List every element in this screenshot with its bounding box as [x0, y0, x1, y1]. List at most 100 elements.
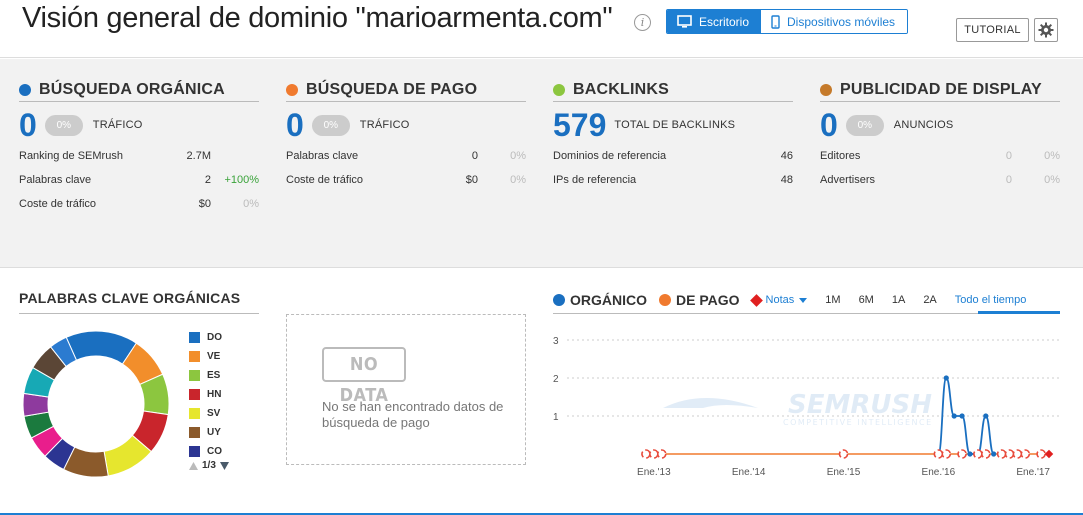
display-row-advertisers: Advertisers 0 0%: [820, 170, 1060, 194]
x-tick-label: Ene.'13: [637, 467, 671, 478]
google-update-icon[interactable]: [656, 449, 667, 459]
display-dot: [820, 84, 832, 96]
range-6m[interactable]: 6M: [859, 294, 874, 306]
paid-series-label: DE PAGO: [676, 292, 740, 308]
row-change: 0%: [510, 174, 526, 186]
row-value[interactable]: 48: [781, 174, 793, 186]
google-update-icon[interactable]: [957, 449, 967, 459]
paid-series-toggle[interactable]: DE PAGO: [659, 292, 740, 308]
organic-dot: [19, 84, 31, 96]
paid-row-keywords: Palabras clave 0 0%: [286, 146, 526, 170]
organic-series-toggle[interactable]: ORGÁNICO: [553, 292, 647, 308]
legend-label: UY: [207, 426, 221, 438]
row-value[interactable]: 2: [205, 174, 211, 186]
google-update-icon[interactable]: [996, 449, 1007, 459]
range-all-time[interactable]: Todo el tiempo: [955, 294, 1027, 306]
notes-diamond-icon: [749, 293, 763, 307]
backlinks-total-value[interactable]: 579: [553, 107, 606, 144]
legend-label: HN: [207, 388, 222, 400]
backlinks-header: BACKLINKS: [553, 79, 793, 102]
row-label: IPs de referencia: [553, 174, 637, 186]
organic-row-keywords: Palabras clave 2 +100%: [19, 170, 259, 194]
legend-item[interactable]: UY: [189, 425, 221, 439]
backlinks-dot: [553, 84, 565, 96]
legend-swatch: [189, 407, 200, 419]
legend-label: VE: [207, 350, 221, 362]
legend-label: CO: [207, 445, 222, 457]
desktop-label: Escritorio: [699, 14, 750, 29]
desktop-device-button[interactable]: Escritorio: [667, 10, 762, 33]
row-label: Coste de tráfico: [19, 198, 97, 210]
row-label: Palabras clave: [19, 174, 92, 186]
legend-item[interactable]: VE: [189, 349, 220, 363]
google-update-icon[interactable]: [1012, 449, 1023, 459]
row-value[interactable]: 2.7M: [187, 150, 211, 162]
note-marker-icon[interactable]: [1044, 449, 1054, 459]
google-update-icon[interactable]: [1004, 449, 1015, 459]
google-update-icon[interactable]: [973, 449, 983, 459]
google-update-icon[interactable]: [941, 449, 952, 459]
notes-dropdown[interactable]: Notas: [749, 293, 808, 307]
organic-traffic-label: TRÁFICO: [92, 119, 143, 131]
legend-item[interactable]: CO: [189, 444, 222, 458]
page-up-icon[interactable]: [189, 461, 198, 470]
range-1y[interactable]: 1A: [892, 294, 905, 306]
settings-button[interactable]: [1034, 18, 1058, 42]
watermark-text: SEMRUSH: [788, 390, 932, 420]
watermark: SEMRUSH COMPETITIVE INTELLIGENCE: [663, 390, 932, 427]
google-update-icon[interactable]: [1020, 449, 1031, 459]
row-label: Ranking de SEMrush: [19, 150, 123, 162]
y-tick-label: 2: [553, 374, 559, 385]
row-value: 0: [471, 150, 478, 162]
row-label: Editores: [820, 150, 861, 162]
display-row-publishers: Editores 0 0%: [820, 146, 1060, 170]
legend-item[interactable]: ES: [189, 368, 220, 382]
display-ads-value[interactable]: 0: [820, 107, 838, 144]
chevron-down-icon: [799, 297, 808, 303]
keywords-donut-chart: [22, 330, 170, 478]
info-icon[interactable]: i: [634, 14, 651, 31]
paid-traffic-change: 0%: [311, 114, 350, 136]
paid-dot: [286, 84, 298, 96]
organic-data-point[interactable]: [983, 413, 989, 419]
organic-traffic-value[interactable]: 0: [19, 107, 37, 144]
organic-keywords-title: PALABRAS CLAVE ORGÁNICAS: [19, 290, 241, 306]
page-title: Visión general de dominio "marioarmenta.…: [22, 2, 613, 34]
pager-label: 1/3: [202, 460, 216, 471]
no-data-message: No se han encontrado datos de búsqueda d…: [322, 399, 504, 430]
no-data-badge: NO DATA: [322, 347, 406, 406]
row-value[interactable]: 46: [781, 150, 793, 162]
google-update-icon[interactable]: [1036, 449, 1046, 459]
organic-row-cost: Coste de tráfico $0 0%: [19, 194, 259, 218]
range-2y[interactable]: 2A: [923, 294, 936, 306]
legend-item[interactable]: SV: [189, 406, 220, 420]
paid-title[interactable]: BÚSQUEDA DE PAGO: [306, 81, 477, 99]
google-update-icon[interactable]: [933, 449, 944, 459]
google-update-icon[interactable]: [838, 449, 849, 459]
organic-data-point[interactable]: [951, 413, 957, 419]
organic-traffic-change: 0%: [44, 114, 83, 136]
row-change: 0%: [243, 198, 259, 210]
tutorial-button[interactable]: TUTORIAL: [956, 18, 1029, 42]
paid-traffic-value[interactable]: 0: [286, 107, 304, 144]
organic-header: BÚSQUEDA ORGÁNICA: [19, 79, 259, 102]
range-1m[interactable]: 1M: [825, 294, 840, 306]
legend-item[interactable]: HN: [189, 387, 221, 401]
google-update-icon[interactable]: [649, 449, 659, 459]
organic-data-point[interactable]: [967, 451, 973, 457]
backlinks-title[interactable]: BACKLINKS: [573, 81, 669, 99]
organic-title[interactable]: BÚSQUEDA ORGÁNICA: [39, 81, 225, 99]
google-update-icon[interactable]: [980, 449, 991, 459]
organic-data-point[interactable]: [959, 413, 965, 419]
legend-item[interactable]: DO: [189, 330, 222, 344]
y-tick-label: 1: [553, 412, 559, 423]
row-change: 0%: [1044, 150, 1060, 162]
row-change: +100%: [224, 174, 259, 186]
display-title[interactable]: PUBLICIDAD DE DISPLAY: [840, 81, 1042, 99]
organic-data-point[interactable]: [991, 451, 997, 457]
page-down-icon[interactable]: [219, 461, 229, 470]
google-update-icon[interactable]: [641, 449, 651, 459]
organic-data-point[interactable]: [943, 375, 949, 381]
active-range-indicator: [978, 311, 1060, 314]
mobile-device-button[interactable]: Dispositivos móviles: [761, 10, 908, 33]
